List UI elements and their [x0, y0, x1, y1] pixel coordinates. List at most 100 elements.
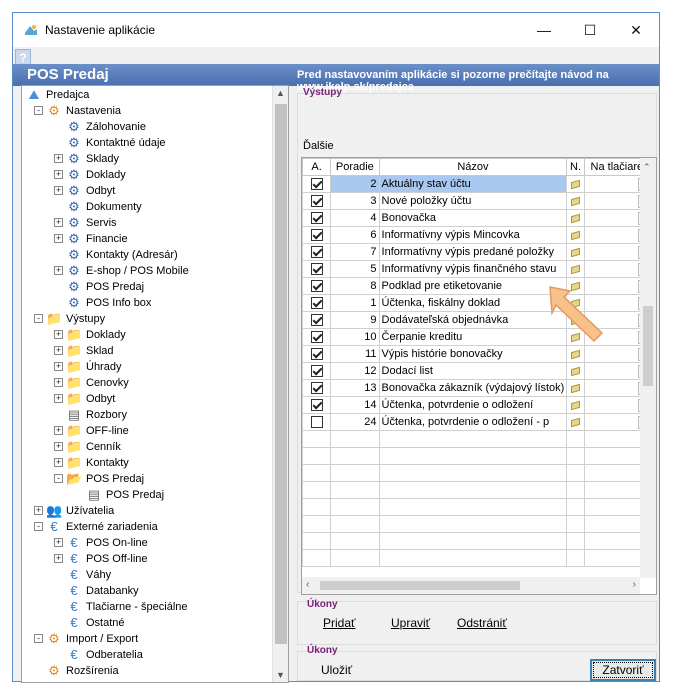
add-button[interactable]: Pridať	[323, 616, 356, 630]
tree-item[interactable]: + 📁 OFF-line	[22, 423, 272, 439]
note-cell[interactable]	[566, 243, 585, 261]
chevron-right-icon[interactable]: ›	[633, 579, 636, 590]
note-icon[interactable]	[571, 230, 581, 240]
order-cell[interactable]: 5	[330, 260, 380, 278]
name-cell[interactable]: Účtenka, potvrdenie o odložení - p	[378, 413, 568, 431]
tree-item[interactable]: + 📁 Cenovky	[22, 375, 272, 391]
name-cell[interactable]: Bonovačka zákazník (výdajový lístok)	[378, 379, 568, 397]
active-checkbox[interactable]	[310, 416, 323, 429]
note-cell[interactable]	[566, 209, 585, 227]
note-icon[interactable]	[571, 213, 581, 223]
active-checkbox[interactable]	[310, 195, 323, 208]
tree-item[interactable]: + ⚙ Servis	[22, 215, 272, 231]
name-cell[interactable]: Účtenka, potvrdenie o odložení	[378, 396, 568, 414]
expand-icon[interactable]: +	[54, 186, 63, 195]
tree-item[interactable]: € Váhy	[22, 567, 272, 583]
column-header-order[interactable]: Poradie	[330, 158, 380, 176]
chevron-up-icon[interactable]: ⌃	[643, 162, 651, 173]
tree-item[interactable]: ⚙ POS Predaj	[22, 279, 272, 295]
active-cell[interactable]	[302, 277, 332, 295]
order-cell[interactable]: 10	[330, 328, 380, 346]
tree-scrollbar[interactable]: ▲ ▼	[272, 86, 288, 682]
name-cell[interactable]: Bonovačka	[378, 209, 568, 227]
active-cell[interactable]	[302, 396, 332, 414]
tree-item[interactable]: ⚙ Kontakty (Adresár)	[22, 247, 272, 263]
expand-icon[interactable]: +	[54, 394, 63, 403]
remove-button[interactable]: Odstrániť	[457, 616, 507, 630]
order-cell[interactable]: 14	[330, 396, 380, 414]
note-cell[interactable]	[566, 345, 585, 363]
tree-item[interactable]: € Ostatné	[22, 615, 272, 631]
tree-item[interactable]: ⚙ Dokumenty	[22, 199, 272, 215]
name-cell[interactable]: Informatívny výpis predané položky	[378, 243, 568, 261]
settings-tree[interactable]: ⚙ Rozšírenia € Odberatelia - ⚙ Import / Export…	[21, 85, 289, 683]
minimize-button[interactable]: —	[521, 13, 567, 47]
tree-item[interactable]: + 📁 Odbyt	[22, 391, 272, 407]
close-dialog-button[interactable]: Zatvoriť	[590, 659, 656, 681]
table-row[interactable]: 24Účtenka, potvrdenie o odložení - p⌄	[302, 413, 656, 431]
active-cell[interactable]	[302, 209, 332, 227]
tree-item[interactable]: ▤ Rozbory	[22, 407, 272, 423]
note-cell[interactable]	[566, 226, 585, 244]
tree-item[interactable]: + 📁 Kontakty	[22, 455, 272, 471]
collapse-icon[interactable]: -	[34, 522, 43, 531]
table-row[interactable]: 3Nové položky účtu⌄	[302, 192, 656, 210]
active-cell[interactable]	[302, 379, 332, 397]
table-row[interactable]: 5Informatívny výpis finančného stavu⌄	[302, 260, 656, 278]
tree-item[interactable]: - ⚙ Nastavenia	[22, 103, 272, 119]
active-checkbox[interactable]	[310, 365, 323, 378]
expand-icon[interactable]: +	[34, 506, 43, 515]
table-row[interactable]: 6Informatívny výpis Mincovka⌄	[302, 226, 656, 244]
expand-icon[interactable]: +	[54, 154, 63, 163]
column-header-n[interactable]: N.	[566, 158, 585, 176]
active-cell[interactable]	[302, 226, 332, 244]
table-row[interactable]: 13Bonovačka zákazník (výdajový lístok)⌄	[302, 379, 656, 397]
active-cell[interactable]	[302, 311, 332, 329]
expand-icon[interactable]: +	[54, 218, 63, 227]
tree-item[interactable]: + ⚙ Odbyt	[22, 183, 272, 199]
expand-icon[interactable]: +	[54, 346, 63, 355]
name-cell[interactable]: Účtenka, fiskálny doklad	[378, 294, 568, 312]
tree-item[interactable]: + 📁 Úhrady	[22, 359, 272, 375]
note-icon[interactable]	[571, 196, 581, 206]
tree-item[interactable]: ⚙ Kontaktné údaje	[22, 135, 272, 151]
name-cell[interactable]: Podklad pre etiketovanie	[378, 277, 568, 295]
table-row[interactable]: 12Dodací list⌄	[302, 362, 656, 380]
note-cell[interactable]	[566, 192, 585, 210]
order-cell[interactable]: 2	[330, 175, 380, 193]
active-checkbox[interactable]	[310, 246, 323, 259]
table-row[interactable]: 2Aktuálny stav účtu⌄	[302, 175, 656, 193]
table-row[interactable]: 7Informatívny výpis predané položky⌄	[302, 243, 656, 261]
tree-item[interactable]: - 📁 Výstupy	[22, 311, 272, 327]
active-cell[interactable]	[302, 192, 332, 210]
active-checkbox[interactable]	[310, 229, 323, 242]
note-icon[interactable]	[571, 247, 581, 257]
order-cell[interactable]: 6	[330, 226, 380, 244]
name-cell[interactable]: Výpis histórie bonovačky	[378, 345, 568, 363]
tree-item[interactable]: + 👥 Užívatelia	[22, 503, 272, 519]
active-cell[interactable]	[302, 362, 332, 380]
expand-icon[interactable]: +	[54, 426, 63, 435]
active-checkbox[interactable]	[310, 331, 323, 344]
expand-icon[interactable]: +	[54, 538, 63, 547]
expand-icon[interactable]: +	[54, 378, 63, 387]
name-cell[interactable]: Informatívny výpis Mincovka	[378, 226, 568, 244]
active-checkbox[interactable]	[310, 263, 323, 276]
expand-icon[interactable]: +	[54, 554, 63, 563]
table-row[interactable]: 14Účtenka, potvrdenie o odložení⌄	[302, 396, 656, 414]
expand-icon[interactable]: +	[54, 266, 63, 275]
collapse-icon[interactable]: -	[54, 474, 63, 483]
table-row[interactable]: 11Výpis histórie bonovačky⌄	[302, 345, 656, 363]
expand-icon[interactable]: +	[54, 170, 63, 179]
note-icon[interactable]	[571, 417, 581, 427]
note-icon[interactable]	[571, 264, 581, 274]
tree-item[interactable]: € Databanky	[22, 583, 272, 599]
close-button[interactable]: ✕	[613, 13, 659, 47]
active-checkbox[interactable]	[310, 178, 323, 191]
maximize-button[interactable]: ☐	[567, 13, 613, 47]
note-cell[interactable]	[566, 413, 585, 431]
order-cell[interactable]: 11	[330, 345, 380, 363]
note-cell[interactable]	[566, 396, 585, 414]
tree-item[interactable]: - € Externé zariadenia	[22, 519, 272, 535]
grid-vscroll-thumb[interactable]	[643, 306, 653, 386]
